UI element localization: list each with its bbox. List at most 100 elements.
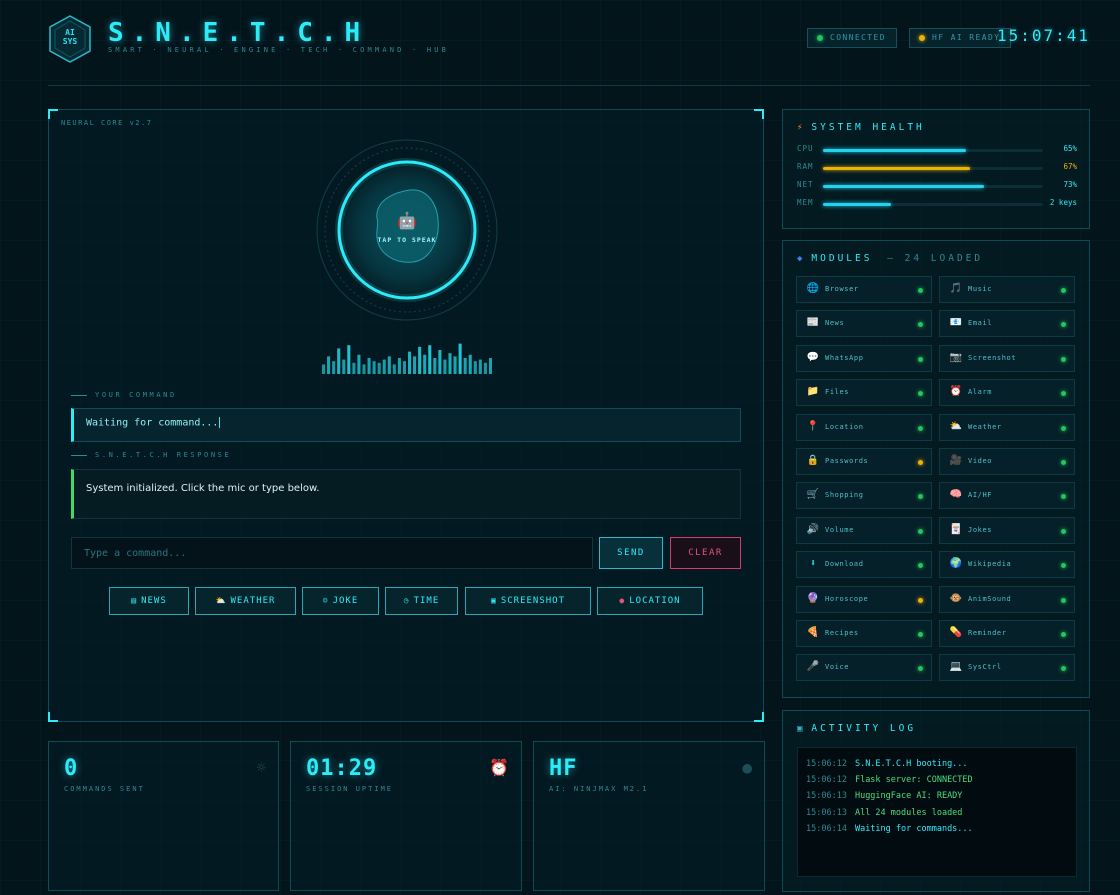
- location-icon: 📍: [806, 420, 820, 432]
- volume-icon: 🔊: [806, 523, 820, 535]
- animsound-icon: 🐵: [949, 592, 963, 604]
- log-timestamp: 15:06:12: [806, 775, 847, 786]
- connected-dot-icon: [817, 35, 823, 41]
- corner-decoration: [754, 109, 764, 119]
- horoscope-icon: 🔮: [806, 592, 820, 604]
- send-button[interactable]: SEND: [599, 537, 663, 569]
- quick-action-weather-button[interactable]: ⛅ WEATHER: [195, 587, 296, 615]
- commands-sent-value: 0: [64, 756, 79, 781]
- module-alarm[interactable]: ⏰ Alarm: [939, 379, 1075, 407]
- module-email[interactable]: 📧 Email: [939, 310, 1075, 338]
- activity-log-list[interactable]: 15:06:12 S.N.E.T.C.H booting... 15:06:12 Fl…: [797, 747, 1077, 877]
- module-label: WhatsApp: [825, 353, 864, 362]
- module-passwords[interactable]: 🔒 Passwords: [796, 448, 932, 475]
- text-cursor: [219, 417, 221, 428]
- module-label: Location: [825, 422, 864, 431]
- equalizer-bar: [473, 361, 477, 374]
- logo: AI SYS: [48, 14, 92, 64]
- command-input[interactable]: [71, 537, 593, 569]
- module-shopping[interactable]: 🛒 Shopping: [796, 482, 932, 510]
- quick-action-location-button[interactable]: ● LOCATION: [597, 587, 703, 615]
- module-status-dot: [918, 391, 923, 397]
- alarm-icon: ⏰: [949, 386, 963, 398]
- module-status-dot: [1061, 597, 1066, 603]
- quick-action-label: JOKE: [332, 596, 359, 606]
- metric-value: 2 keys: [1049, 198, 1077, 207]
- metric-bar-fill: [823, 203, 892, 206]
- module-download[interactable]: ⬇ Download: [796, 551, 932, 579]
- module-sysctrl[interactable]: 💻 SysCtrl: [939, 654, 1075, 682]
- module-browser[interactable]: 🌐 Browser: [796, 276, 932, 303]
- audio-equalizer: [321, 340, 493, 374]
- voice-mic-button[interactable]: 🤖 TAP TO SPEAK: [315, 138, 499, 322]
- module-label: News: [825, 319, 845, 328]
- module-label: Recipes: [825, 629, 859, 637]
- equalizer-bar: [392, 364, 396, 374]
- recipes-icon: 🍕: [806, 627, 820, 638]
- metric-mem: MEM 2 keys: [797, 198, 1077, 210]
- equalizer-bar: [377, 362, 381, 374]
- equalizer-bar: [402, 361, 406, 374]
- robot-mic-icon: 🤖: [397, 211, 417, 230]
- weather-icon: ⛅: [215, 596, 227, 605]
- header: AI SYS S.N.E.T.C.H SMART · NEURAL · ENGI…: [48, 14, 1090, 86]
- module-label: Shopping: [825, 491, 864, 500]
- module-location[interactable]: 📍 Location: [796, 413, 932, 441]
- log-message: S.N.E.T.C.H booting...: [854, 759, 968, 769]
- connection-status-badge: CONNECTED: [807, 28, 897, 48]
- metric-bar-fill: [823, 167, 971, 170]
- quick-action-time-button[interactable]: ◷ TIME: [385, 587, 458, 615]
- module-label: Passwords: [825, 457, 869, 465]
- equalizer-bar: [352, 362, 356, 374]
- metric-bar: [823, 185, 1043, 188]
- gear-icon: ☼: [256, 758, 266, 777]
- equalizer-bar: [458, 343, 462, 374]
- module-video[interactable]: 🎥 Video: [939, 448, 1075, 475]
- module-status-dot: [1061, 391, 1066, 397]
- clear-button[interactable]: CLEAR: [670, 537, 741, 569]
- module-whatsapp[interactable]: 💬 WhatsApp: [796, 344, 932, 372]
- module-label: Weather: [968, 422, 1002, 431]
- module-weather[interactable]: ⛅ Weather: [939, 413, 1075, 441]
- module-horoscope[interactable]: 🔮 Horoscope: [796, 585, 932, 613]
- module-animsound[interactable]: 🐵 AnimSound: [939, 585, 1075, 613]
- module-label: Browser: [825, 285, 859, 293]
- log-entry: 15:06:13 HuggingFace AI: READY: [806, 788, 1068, 804]
- module-news[interactable]: 📰 News: [796, 310, 932, 338]
- equalizer-bar: [397, 358, 401, 374]
- module-reminder[interactable]: 💊 Reminder: [939, 620, 1075, 647]
- module-ai-hf[interactable]: 🧠 AI/HF: [939, 482, 1075, 510]
- equalizer-bar: [468, 354, 472, 374]
- module-status-dot: [918, 322, 923, 328]
- ai-ready-dot-icon: [919, 35, 925, 41]
- equalizer-visual: [322, 343, 492, 374]
- music-icon: 🎵: [949, 283, 963, 294]
- module-recipes[interactable]: 🍕 Recipes: [796, 620, 932, 647]
- equalizer-bar: [387, 356, 391, 374]
- module-label: Horoscope: [825, 594, 869, 603]
- module-wikipedia[interactable]: 🌍 Wikipedia: [939, 551, 1075, 579]
- equalizer-bar: [337, 348, 341, 374]
- log-entry: 15:06:13 All 24 modules loaded: [806, 805, 1068, 821]
- module-voice[interactable]: 🎤 Voice: [796, 654, 932, 682]
- module-status-dot: [1061, 356, 1066, 362]
- metric-bar: [823, 149, 1043, 152]
- ai-model-label: AI: NINJMAX M2.1: [549, 785, 649, 793]
- metric-value: 67%: [1063, 162, 1077, 171]
- quick-action-news-button[interactable]: ▤ NEWS: [109, 587, 189, 615]
- equalizer-bar: [382, 359, 386, 374]
- module-volume[interactable]: 🔊 Volume: [796, 516, 932, 544]
- quick-action-joke-button[interactable]: ☺ JOKE: [302, 587, 379, 615]
- metric-value: 73%: [1063, 180, 1077, 189]
- log-entry: 15:06:12 S.N.E.T.C.H booting...: [806, 756, 1068, 772]
- log-timestamp: 15:06:13: [806, 791, 847, 802]
- module-label: Alarm: [968, 388, 993, 397]
- equalizer-bar: [488, 358, 492, 374]
- quick-action-screenshot-button[interactable]: ▣ SCREENSHOT: [465, 587, 591, 615]
- module-files[interactable]: 📁 Files: [796, 379, 932, 407]
- module-screenshot[interactable]: 📷 Screenshot: [939, 344, 1075, 372]
- module-music[interactable]: 🎵 Music: [939, 276, 1075, 303]
- module-status-dot: [918, 563, 923, 569]
- module-jokes[interactable]: 🃏 Jokes: [939, 516, 1075, 544]
- response-display: System initialized. Click the mic or typ…: [71, 469, 741, 519]
